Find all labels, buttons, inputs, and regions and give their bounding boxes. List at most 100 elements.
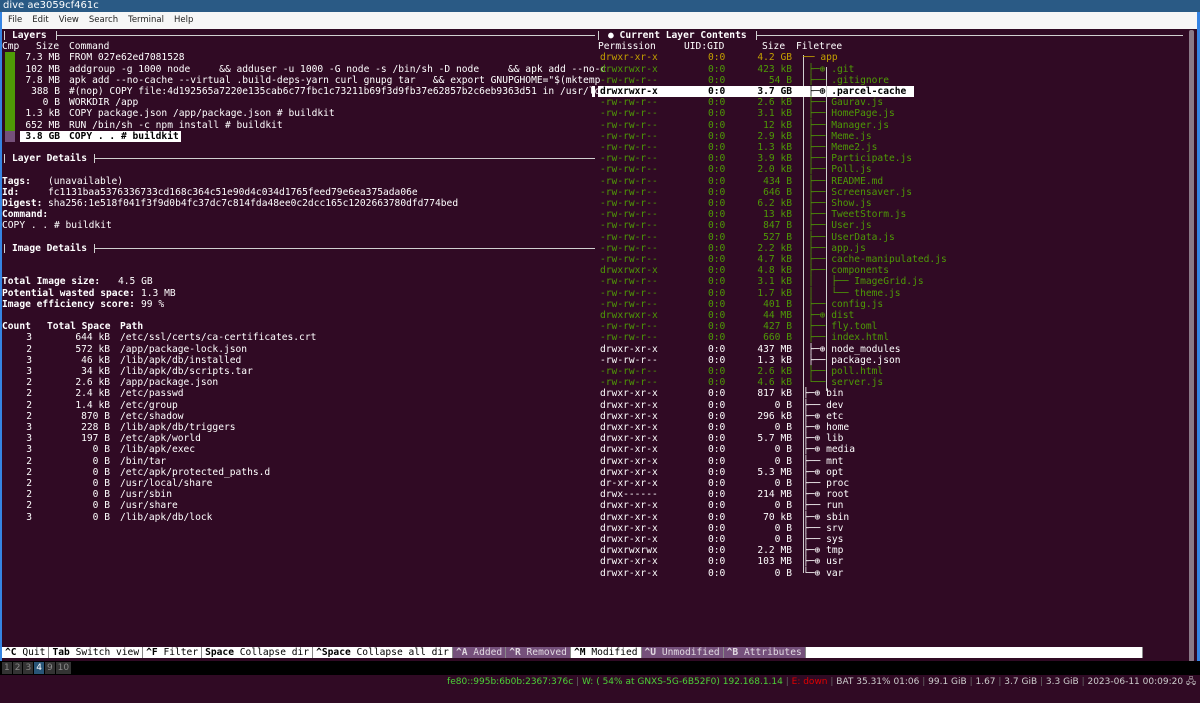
layers-header-command: Command <box>69 41 110 53</box>
filetree-row[interactable]: -rw-rw-r-- 0:0 4.7 kB ├── cache-manipulate… <box>598 254 1183 265</box>
filetree-row[interactable]: -rw-rw-r-- 0:0 6.2 kB ├── Show.js <box>598 198 1183 209</box>
layer-row[interactable]: 388 B #(nop) COPY file:4d192565a7220e135c… <box>2 86 606 98</box>
file-uid-gid: 0:0 <box>708 220 726 232</box>
filetree-row[interactable]: drwxr-xr-x 0:0 437 MB ├─⊕ node_modules <box>598 344 1183 355</box>
layer-digest-label: Digest: <box>2 198 43 209</box>
file-permission: -rw-rw-r-- <box>600 119 658 131</box>
file-permission: -rw-rw-r-- <box>600 242 658 254</box>
file-tree-entry: ├── poll.html <box>785 366 884 377</box>
menu-help[interactable]: Help <box>174 12 193 29</box>
keybinding-collapse-dir[interactable]: Space Collapse dir <box>202 647 314 658</box>
filetree-row[interactable]: -rw-rw-r-- 0:0 427 B ├── fly.toml <box>598 321 1183 332</box>
layer-row[interactable]: 3.8 GB COPY . . # buildkit <box>2 130 595 142</box>
filetree-row[interactable]: -rw-rw-r-- 0:0 1.7 kB │ └── theme.js <box>598 288 1183 299</box>
workspace-3[interactable]: 3 <box>23 662 34 674</box>
menu-terminal[interactable]: Terminal <box>128 12 164 29</box>
file-tree-entry: └─⊕ var <box>803 567 844 579</box>
file-uid-gid: 0:0 <box>708 310 726 321</box>
layer-row[interactable]: 7.8 MB apk add --no-cache --virtual .buil… <box>2 74 600 86</box>
filetree-row[interactable]: -rw-rw-r-- 0:0 12 kB ├── Manager.js <box>598 120 1183 131</box>
filetree-row[interactable]: drwxr-xr-x 0:0 0 B └─⊕ var <box>598 568 1183 579</box>
filetree-row[interactable]: drwxr-xr-x 0:0 0 B ├── mnt <box>598 456 1183 467</box>
network-tray-icon[interactable]: 🖧 <box>1186 677 1196 687</box>
filetree-row[interactable]: drwxr-xr-x 0:0 296 kB ├─⊕ etc <box>598 411 1183 422</box>
filetree-row[interactable]: drwxr-xr-x 0:0 0 B ├── run <box>598 500 1183 511</box>
menu-file[interactable]: File <box>8 12 22 29</box>
filetree-row[interactable]: drwxr-xr-x 0:0 0 B ├── srv <box>598 523 1183 534</box>
layer-row[interactable]: 652 MB RUN /bin/sh -c npm install # build… <box>2 119 595 131</box>
workspace-4[interactable]: 4 <box>34 662 44 674</box>
filetree-row[interactable]: -rw-rw-r-- 0:0 2.2 kB ├── app.js <box>598 243 1183 254</box>
filetree-row[interactable]: drwxr-xr-x 0:0 0 B ├─⊕ home <box>598 422 1183 433</box>
filetree-row[interactable]: -rw-rw-r-- 0:0 1.3 kB ├── package.json <box>598 355 1183 366</box>
workspace-10[interactable]: 10 <box>55 662 72 674</box>
file-tree-entry: ├── components <box>785 265 889 277</box>
file-size: 0 B <box>774 478 792 489</box>
filetree-row[interactable]: -rw-rw-r-- 0:0 2.9 kB ├── Meme.js <box>598 131 1183 142</box>
filetree-row[interactable]: dr-xr-xr-x 0:0 0 B ├── proc <box>598 478 1183 489</box>
filetree-row[interactable]: -rw-rw-r-- 0:0 401 B ├── config.js <box>598 299 1183 310</box>
menu-edit[interactable]: Edit <box>32 12 48 29</box>
filetree-row[interactable]: -rw-rw-r-- 0:0 2.0 kB ├── Poll.js <box>598 164 1183 175</box>
filetree-row[interactable]: drwxr-xr-x 0:0 817 kB ├─⊕ bin <box>598 388 1183 399</box>
keybinding-unmodified[interactable]: ^U Unmodified <box>641 647 724 658</box>
workspace-9[interactable]: 9 <box>44 662 55 674</box>
keybinding-switch-view[interactable]: Tab Switch view <box>49 647 144 658</box>
filetree-row[interactable]: drwxr-xr-x 0:0 103 MB ├─⊕ usr <box>598 556 1183 567</box>
filetree-row[interactable]: -rw-rw-r-- 0:0 434 B ├── README.md <box>598 176 1183 187</box>
filetree-row[interactable]: -rw-rw-r-- 0:0 1.3 kB ├── Meme2.js <box>598 142 1183 153</box>
file-tree-entry: ├── fly.toml <box>785 321 878 333</box>
filetree-row[interactable]: drwxr-xr-x 0:0 5.7 MB ├─⊕ lib <box>598 433 1183 444</box>
filetree-row[interactable]: drwxr-xr-x 0:0 0 B ├── dev <box>598 400 1183 411</box>
file-size: 423 kB <box>757 63 792 75</box>
layer-row[interactable]: 7.3 MB FROM 027e62ed7081528 <box>2 52 595 64</box>
filetree-row[interactable]: drwxr-xr-x 0:0 4.2 GB ── app <box>598 52 1183 63</box>
filetree-row[interactable]: drwxr-xr-x 0:0 0 B ├─⊕ media <box>598 444 1183 455</box>
layer-row[interactable]: 1.3 kB COPY package.json /app/package.jso… <box>2 108 595 120</box>
file-size: 847 B <box>763 220 792 232</box>
filetree-row[interactable]: -rw-rw-r-- 0:0 2.6 kB ├── poll.html <box>598 366 1183 377</box>
keybinding-added[interactable]: ^A Added <box>452 647 507 658</box>
filetree-row[interactable]: drwxrwxrwx 0:0 2.2 MB ├─⊕ tmp <box>598 545 1183 556</box>
filetree-row[interactable]: drwxr-xr-x 0:0 70 kB ├─⊕ sbin <box>598 512 1183 523</box>
filetree-row[interactable]: -rw-rw-r-- 0:0 13 kB ├── TweetStorm.js <box>598 209 1183 220</box>
filetree-row[interactable]: drwxr-xr-x 0:0 0 B ├── sys <box>598 534 1183 545</box>
filetree-row[interactable]: drwxrwxr-x 0:0 4.8 kB ├── components <box>598 265 1183 276</box>
menu-search[interactable]: Search <box>89 12 118 29</box>
filetree-row[interactable]: -rw-rw-r-- 0:0 646 B ├── Screensaver.js <box>598 187 1183 198</box>
waste-count: 3 <box>26 444 32 456</box>
layer-size: 388 B <box>31 86 60 97</box>
filetree-row[interactable]: drwxrwxr-x 0:0 44 MB ├─⊕ dist <box>598 310 1183 321</box>
filetree-row[interactable]: -rw-rw-r-- 0:0 54 B ├── .gitignore <box>598 75 1183 86</box>
keybinding-filter[interactable]: ^F Filter <box>143 647 203 658</box>
filetree-row[interactable]: -rw-rw-r-- 0:0 527 B ├── UserData.js <box>598 232 1183 243</box>
filetree-row[interactable]: -rw-rw-r-- 0:0 847 B ├── User.js <box>598 220 1183 231</box>
filetree-row[interactable]: drwxrwxr-x 0:0 423 kB ├─⊕ .git <box>598 64 1183 75</box>
keybinding-collapse-all-dir[interactable]: ^Space Collapse all dir <box>313 647 453 658</box>
workspace-2[interactable]: 2 <box>12 662 23 674</box>
filetree-row[interactable]: drwxrwxr-x 0:0 3.7 GB ├─⊕ .parcel-cache <box>598 86 1183 98</box>
filetree-row[interactable]: drwxr-xr-x 0:0 5.3 MB ├─⊕ opt <box>598 467 1183 478</box>
filetree-row[interactable]: drwx------ 0:0 214 MB ├─⊕ root <box>598 489 1183 500</box>
layer-row[interactable]: 0 B WORKDIR /app <box>2 97 595 109</box>
workspace-1[interactable]: 1 <box>2 662 12 674</box>
keybinding-key: ^B <box>726 647 739 658</box>
menu-view[interactable]: View <box>59 12 79 29</box>
keybinding-quit[interactable]: ^C Quit <box>2 647 50 658</box>
filetree-row[interactable]: -rw-rw-r-- 0:0 3.1 kB │ ├── ImageGrid.js <box>598 276 1183 287</box>
file-uid-gid: 0:0 <box>708 265 726 277</box>
keybinding-modified[interactable]: ^M Modified <box>570 647 642 658</box>
filetree-row[interactable]: -rw-rw-r-- 0:0 3.1 kB ├── HomePage.js <box>598 108 1183 119</box>
layer-size: 652 MB <box>25 119 60 131</box>
file-tree-entry: ├─⊕ etc <box>803 410 844 422</box>
keybinding-removed[interactable]: ^R Removed <box>506 647 571 658</box>
layer-row[interactable]: 102 MB addgroup -g 1000 node && adduser -… <box>2 63 606 75</box>
filetree-row[interactable]: -rw-rw-r-- 0:0 3.9 kB ├── Participate.js <box>598 153 1183 164</box>
filetree-row[interactable]: -rw-rw-r-- 0:0 4.6 kB └── server.js <box>598 377 1183 388</box>
waste-row: 3 644 kB/etc/ssl/certs/ca-certificates.cr… <box>2 332 595 343</box>
terminal-scrollbar[interactable] <box>1189 30 1194 662</box>
keybinding-attributes[interactable]: ^B Attributes <box>723 647 806 658</box>
filetree-row[interactable]: -rw-rw-r-- 0:0 660 B ├── index.html <box>598 332 1183 343</box>
terminal[interactable]: Layers Cmp Size Command 7.3 MB FROM 027e62ed7… <box>2 29 1187 661</box>
filetree-row[interactable]: -rw-rw-r-- 0:0 2.6 kB ├── Gaurav.js <box>598 97 1183 108</box>
